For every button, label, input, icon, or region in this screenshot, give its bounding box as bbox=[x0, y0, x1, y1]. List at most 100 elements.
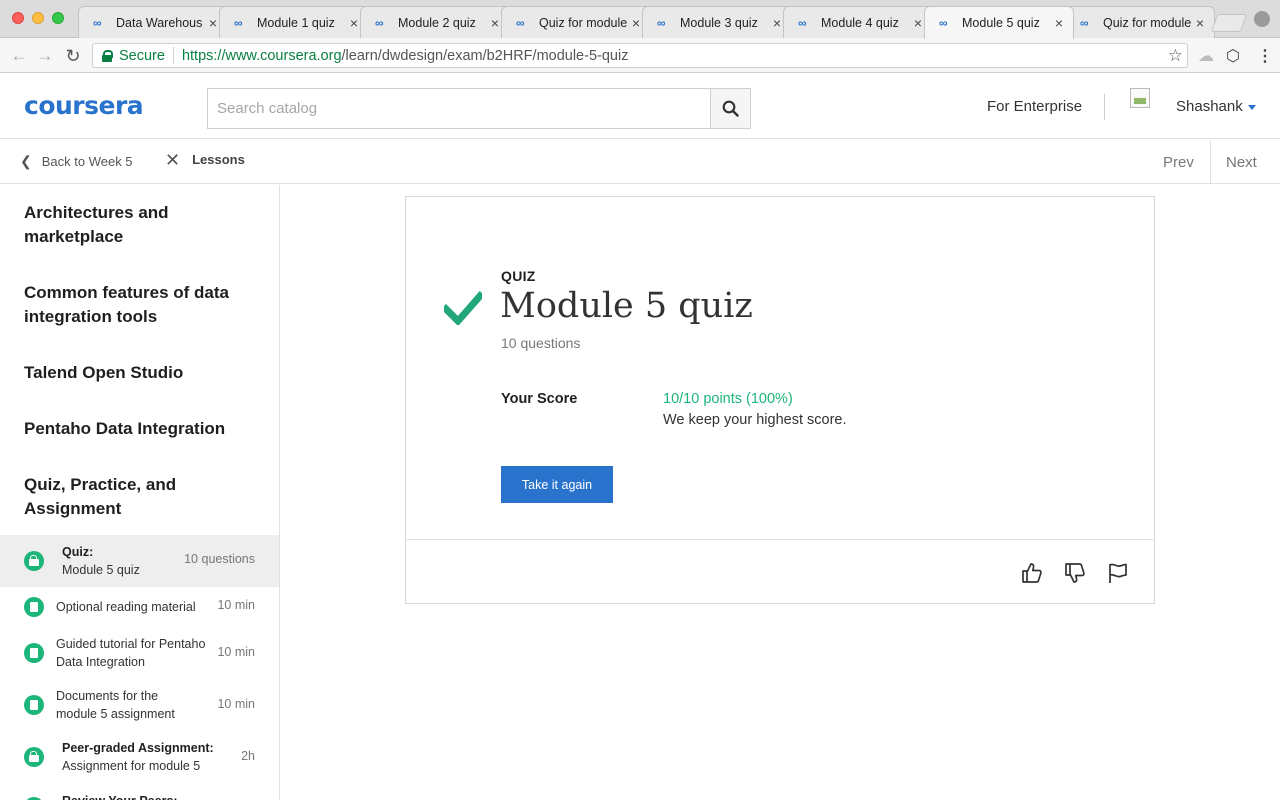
browser-tab[interactable]: ∞ Quiz for module × bbox=[1065, 6, 1215, 38]
tab-close-icon[interactable]: × bbox=[771, 15, 783, 31]
browser-tab[interactable]: ∞ Module 3 quiz × bbox=[642, 6, 792, 38]
lessons-label: Lessons bbox=[192, 152, 245, 167]
course-subnav: ❮ Back to Week 5 ✕ Lessons Prev Next bbox=[0, 140, 1280, 184]
sidebar-item-peer-graded-assignment[interactable]: Peer-graded Assignment: Assignment for m… bbox=[0, 735, 279, 781]
thumbs-up-icon[interactable] bbox=[1020, 561, 1044, 585]
site-header: coursera For Enterprise Shashank bbox=[0, 74, 1280, 139]
url-host: https://www.coursera.org bbox=[181, 47, 342, 64]
reading-icon bbox=[24, 695, 44, 715]
score-note: We keep your highest score. bbox=[663, 412, 847, 428]
sidebar-section-title[interactable]: Architectures and marketplace bbox=[24, 201, 254, 249]
item-title: Documents for the module 5 assignment bbox=[56, 689, 175, 721]
header-divider bbox=[1104, 94, 1105, 120]
search-box bbox=[207, 88, 751, 129]
url-field[interactable]: Secure https://www.coursera.org /learn/d… bbox=[92, 43, 1188, 68]
window-close-button[interactable] bbox=[12, 12, 24, 24]
tab-close-icon[interactable]: × bbox=[912, 15, 924, 31]
window-zoom-button[interactable] bbox=[52, 12, 64, 24]
item-meta: 10 min bbox=[217, 598, 255, 612]
new-tab-button[interactable] bbox=[1210, 14, 1248, 32]
flag-icon[interactable] bbox=[1106, 561, 1130, 585]
next-button[interactable]: Next bbox=[1210, 140, 1273, 184]
item-title: Optional reading material bbox=[56, 600, 196, 614]
item-meta: 2h bbox=[241, 749, 255, 763]
tab-close-icon[interactable]: × bbox=[348, 15, 360, 31]
item-title: Guided tutorial for Pentaho Data Integra… bbox=[56, 637, 206, 669]
lessons-toggle[interactable]: ✕ Lessons bbox=[165, 151, 245, 169]
cloud-extension-icon[interactable]: ☁ bbox=[1198, 46, 1214, 66]
sidebar-item-optional-reading[interactable]: Optional reading material 10 min bbox=[0, 589, 279, 625]
browser-tab[interactable]: ∞ Module 4 quiz × bbox=[783, 6, 933, 38]
browser-tab[interactable]: ∞ Module 2 quiz × bbox=[360, 6, 510, 38]
coursera-favicon-icon: ∞ bbox=[798, 15, 807, 30]
reload-icon[interactable]: ↻ bbox=[62, 45, 84, 67]
reading-icon bbox=[24, 643, 44, 663]
prev-button[interactable]: Prev bbox=[1147, 140, 1211, 184]
window-minimize-button[interactable] bbox=[32, 12, 44, 24]
browser-profile-icon[interactable] bbox=[1254, 11, 1270, 27]
back-to-week-link[interactable]: ❮ Back to Week 5 bbox=[20, 153, 133, 170]
coursera-favicon-icon: ∞ bbox=[657, 15, 666, 30]
sidebar-item-text: Review Your Peers: bbox=[62, 792, 178, 800]
coursera-favicon-icon: ∞ bbox=[939, 16, 948, 30]
question-count: 10 questions bbox=[501, 335, 581, 351]
coursera-favicon-icon: ∞ bbox=[375, 15, 384, 30]
tab-close-icon[interactable]: × bbox=[489, 15, 501, 31]
item-kind: Peer-graded Assignment: bbox=[62, 741, 214, 755]
user-menu[interactable]: Shashank bbox=[1176, 98, 1243, 115]
tab-close-icon[interactable]: × bbox=[207, 15, 219, 31]
sidebar-section-title[interactable]: Common features of data integration tool… bbox=[24, 281, 254, 329]
sidebar-item-review-peers[interactable]: Review Your Peers: bbox=[0, 787, 279, 800]
sidebar-section-title[interactable]: Quiz, Practice, and Assignment bbox=[24, 473, 254, 521]
quiz-card: QUIZ Module 5 quiz 10 questions Your Sco… bbox=[405, 196, 1155, 604]
checkmark-icon bbox=[444, 291, 482, 325]
secure-label: Secure bbox=[119, 47, 165, 64]
browser-menu-icon[interactable]: ⋮ bbox=[1257, 46, 1273, 66]
item-title: Assignment for module 5 bbox=[62, 759, 201, 773]
bookmark-star-icon[interactable]: ☆ bbox=[1168, 46, 1183, 66]
item-title: Module 5 quiz bbox=[62, 563, 140, 577]
url-divider bbox=[172, 47, 174, 64]
sidebar-section-title[interactable]: Talend Open Studio bbox=[24, 361, 254, 385]
browser-tab[interactable]: ∞ Module 1 quiz × bbox=[219, 6, 369, 38]
tab-title: Module 4 quiz bbox=[821, 15, 899, 30]
for-enterprise-link[interactable]: For Enterprise bbox=[987, 98, 1082, 115]
page-title: Module 5 quiz bbox=[500, 286, 753, 326]
browser-tab[interactable]: ∞ Quiz for module × bbox=[501, 6, 651, 38]
tab-close-icon[interactable]: × bbox=[1194, 15, 1206, 31]
avatar[interactable] bbox=[1130, 88, 1150, 108]
chevron-left-icon: ❮ bbox=[20, 153, 32, 169]
lessons-sidebar: Architectures and marketplace Common fea… bbox=[0, 185, 280, 800]
coursera-favicon-icon: ∞ bbox=[1080, 15, 1089, 30]
search-icon bbox=[722, 100, 739, 117]
coursera-favicon-icon: ∞ bbox=[234, 15, 243, 30]
sidebar-item-module-5-quiz[interactable]: Quiz: Module 5 quiz 10 questions bbox=[0, 535, 279, 587]
item-meta: 10 questions bbox=[184, 552, 255, 566]
back-arrow-icon[interactable]: ← bbox=[8, 45, 30, 67]
tab-title: Module 2 quiz bbox=[398, 15, 476, 30]
search-input[interactable] bbox=[208, 89, 710, 128]
coursera-logo[interactable]: coursera bbox=[24, 91, 144, 120]
tab-close-icon[interactable]: × bbox=[630, 15, 642, 31]
browser-tab-active[interactable]: ∞ Module 5 quiz × bbox=[924, 6, 1074, 39]
tab-title: Quiz for module bbox=[1103, 15, 1192, 30]
thumbs-down-icon[interactable] bbox=[1063, 561, 1087, 585]
chevron-down-icon[interactable] bbox=[1248, 105, 1256, 110]
cube-extension-icon[interactable]: ⬡ bbox=[1226, 46, 1240, 66]
tab-title: Module 1 quiz bbox=[257, 15, 335, 30]
browser-tab[interactable]: ∞ Data Warehous × bbox=[78, 6, 228, 38]
sidebar-item-text: Quiz: Module 5 quiz bbox=[62, 543, 140, 579]
item-meta: 10 min bbox=[217, 645, 255, 659]
forward-arrow-icon[interactable]: → bbox=[34, 45, 56, 67]
sidebar-item-guided-tutorial[interactable]: Guided tutorial for Pentaho Data Integra… bbox=[0, 631, 279, 677]
search-button[interactable] bbox=[710, 89, 750, 128]
tab-close-icon[interactable]: × bbox=[1053, 15, 1065, 31]
coursera-favicon-icon: ∞ bbox=[516, 15, 525, 30]
take-it-again-button[interactable]: Take it again bbox=[501, 466, 613, 503]
sidebar-item-documents[interactable]: Documents for the module 5 assignment 10… bbox=[0, 683, 279, 729]
back-label: Back to Week 5 bbox=[41, 154, 133, 169]
sidebar-section-title[interactable]: Pentaho Data Integration bbox=[24, 417, 254, 441]
browser-tab-bar: ∞ Data Warehous × ∞ Module 1 quiz × ∞ Mo… bbox=[0, 0, 1280, 39]
item-kind: Quiz: bbox=[62, 545, 94, 559]
quiz-type-label: QUIZ bbox=[501, 268, 536, 284]
